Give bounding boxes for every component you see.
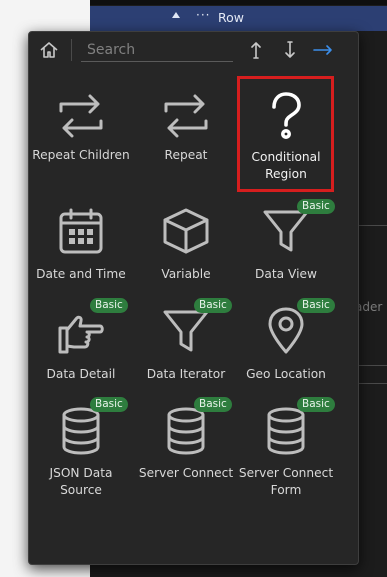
arrow-up-icon — [251, 42, 261, 59]
repeat-children-icon — [59, 94, 103, 138]
component-server-connect-form[interactable]: Server Connect Form — [235, 402, 337, 502]
repeat-icon — [164, 94, 208, 138]
insert-inside-button[interactable] — [311, 39, 333, 61]
map-pin-icon — [268, 307, 304, 354]
component-conditional-region[interactable]: Conditional Region — [235, 87, 337, 187]
component-data-detail[interactable]: Data Detail — [30, 302, 132, 402]
component-json-data-source[interactable]: JSON Data Source — [30, 402, 132, 502]
component-date-and-time[interactable]: Date and Time — [30, 202, 132, 302]
row-dots-icon: ··· — [196, 8, 211, 22]
database-icon — [267, 407, 305, 455]
collapse-arrow-icon[interactable] — [172, 12, 180, 18]
basic-badge: Basic — [90, 298, 128, 313]
home-button[interactable] — [38, 39, 60, 61]
tree-row-label: Row — [218, 10, 244, 25]
component-label: Repeat — [164, 148, 208, 162]
component-label: Geo Location — [246, 367, 326, 381]
question-mark-icon — [272, 92, 301, 139]
picker-toolbar — [29, 32, 358, 68]
basic-badge: Basic — [90, 397, 128, 412]
component-label: Server Connect Form — [238, 466, 334, 497]
insert-after-button[interactable] — [279, 39, 301, 61]
insert-before-button[interactable] — [245, 39, 267, 61]
component-repeat[interactable]: Repeat — [135, 87, 237, 187]
database-icon — [62, 407, 100, 455]
basic-badge: Basic — [297, 298, 335, 313]
divider — [359, 225, 387, 226]
component-data-view[interactable]: Data View — [235, 202, 337, 302]
pointing-hand-icon — [58, 315, 104, 354]
database-icon — [167, 407, 205, 455]
component-server-connect[interactable]: Server Connect — [135, 402, 237, 502]
search-input[interactable] — [81, 39, 233, 62]
divider — [359, 383, 387, 384]
calendar-icon — [59, 208, 103, 254]
component-label: Date and Time — [36, 267, 126, 281]
component-geo-location[interactable]: Geo Location — [235, 302, 337, 402]
basic-badge: Basic — [297, 397, 335, 412]
divider — [359, 365, 387, 366]
basic-badge: Basic — [194, 397, 232, 412]
component-label: Data Detail — [46, 367, 116, 381]
component-label: Repeat Children — [32, 148, 130, 162]
component-label: JSON Data Source — [49, 466, 113, 497]
component-variable[interactable]: Variable — [135, 202, 237, 302]
arrow-right-icon — [313, 45, 332, 55]
basic-badge: Basic — [297, 199, 335, 214]
component-picker-popup: Repeat Children Repeat Conditional Regio… — [28, 31, 359, 565]
toolbar-separator — [71, 39, 72, 61]
component-label: Variable — [161, 267, 211, 281]
component-label: Data View — [255, 267, 317, 281]
component-label: Conditional Region — [251, 150, 321, 181]
cube-icon — [163, 208, 209, 254]
top-bar — [90, 0, 387, 5]
component-repeat-children[interactable]: Repeat Children — [30, 87, 132, 187]
basic-badge: Basic — [194, 298, 232, 313]
home-icon — [40, 42, 58, 58]
obscured-text: ader — [355, 300, 383, 314]
component-label: Server Connect — [138, 466, 234, 480]
filter-icon — [163, 310, 209, 352]
component-data-iterator[interactable]: Data Iterator — [135, 302, 237, 402]
arrow-down-icon — [285, 41, 295, 58]
component-label: Data Iterator — [146, 367, 226, 381]
